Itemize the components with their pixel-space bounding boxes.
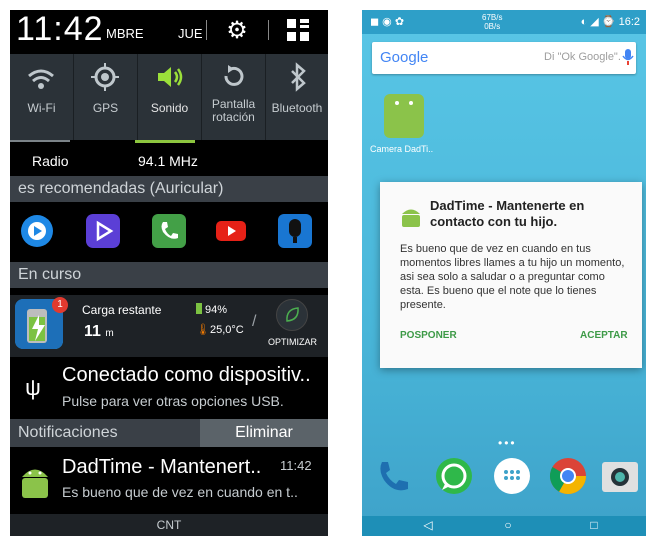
- chrome-icon[interactable]: [548, 456, 588, 496]
- battery-percent: 94%: [196, 303, 227, 316]
- leaf-icon[interactable]: [276, 299, 308, 331]
- notification-time: 11:42: [280, 458, 312, 473]
- navigation-bar: ◁ ○ □: [362, 516, 646, 536]
- usb-icon: ψ: [25, 375, 41, 400]
- radio-frequency: 94.1 MHz: [138, 153, 198, 169]
- clear-button[interactable]: Eliminar: [200, 419, 328, 447]
- whatsapp-icon[interactable]: [434, 456, 474, 496]
- status-icons-left: ◼ ◉ ✿: [370, 16, 405, 28]
- radio-row[interactable]: Radio 94.1 MHz: [10, 145, 328, 175]
- section-title: En curso: [18, 266, 82, 283]
- reminder-dialog: DadTime - Mantenerte en contacto con tu …: [380, 182, 642, 368]
- grid-icon[interactable]: [286, 18, 310, 42]
- back-icon[interactable]: ◁: [418, 518, 438, 534]
- qs-label: Bluetooth: [271, 101, 323, 115]
- divider: [206, 20, 207, 40]
- status-bar: ◼ ◉ ✿ 67B/s 0B/s ◐ ◢ ⌚ 16:2: [362, 10, 646, 34]
- google-logo: Google: [380, 49, 429, 66]
- dialog-title: DadTime - Mantenerte en contacto con tu …: [430, 198, 585, 229]
- radio-label: Radio: [32, 153, 69, 169]
- battery-temp-value: 25,0°C: [209, 324, 244, 336]
- wifi-icon: [28, 69, 54, 89]
- android-icon: [402, 209, 420, 227]
- notification-title: DadTime - Mantenert..: [62, 456, 262, 478]
- battery-percent-value: 94%: [205, 304, 228, 316]
- recommended-apps: [10, 204, 328, 258]
- youtube-icon[interactable]: [214, 214, 248, 248]
- qs-label: GPS: [92, 101, 119, 115]
- separator: /: [252, 313, 257, 330]
- voice-recorder-icon[interactable]: [278, 214, 312, 248]
- usb-subtitle: Pulse para ver otras opciones USB.: [62, 393, 284, 409]
- thermometer-icon: 🌡: [196, 324, 210, 336]
- accept-button[interactable]: ACEPTAR: [580, 330, 628, 341]
- google-search-bar[interactable]: Google Di "Ok Google".: [372, 42, 636, 74]
- status-right: ◐ ◢ ⌚ 16:2: [580, 16, 640, 28]
- clock: 11:42: [16, 10, 104, 48]
- qs-label: Sonido: [150, 101, 189, 115]
- battery-level-icon: [196, 303, 202, 314]
- music-app-icon[interactable]: [20, 214, 54, 248]
- qs-sound[interactable]: Sonido: [138, 54, 202, 140]
- dialog-body: Es bueno que de vez en cuando en tus mom…: [400, 243, 625, 311]
- qs-bluetooth[interactable]: Bluetooth: [266, 54, 328, 140]
- month-label: MBRE: [106, 26, 144, 41]
- app-label: Camera DadTi..: [370, 144, 434, 154]
- battery-label: Carga restante: [82, 303, 162, 317]
- postpone-button[interactable]: POSPONER: [400, 330, 457, 341]
- qs-label: Pantalla rotación: [211, 97, 256, 124]
- video-player-icon[interactable]: [86, 214, 120, 248]
- recents-icon[interactable]: □: [584, 518, 604, 534]
- gps-icon: [91, 63, 119, 91]
- battery-notification[interactable]: 1 Carga restante 11 m 94% 🌡25,0°C / OPTI…: [10, 295, 328, 357]
- search-hint: Di "Ok Google".: [544, 51, 621, 63]
- section-title: es recomendadas (Auricular): [18, 180, 224, 197]
- active-indicator: [135, 140, 195, 143]
- home-icon[interactable]: ○: [498, 518, 518, 534]
- divider: [268, 20, 269, 40]
- usb-notification[interactable]: ψ Conectado como dispositiv.. Pulse para…: [10, 357, 328, 419]
- app-drawer-icon[interactable]: [492, 456, 532, 496]
- carrier-label: CNT: [10, 514, 328, 536]
- bluetooth-icon: [291, 62, 306, 92]
- android-icon: [22, 469, 48, 498]
- dadtime-notification[interactable]: DadTime - Mantenert.. 11:42 Es bueno que…: [10, 450, 328, 514]
- qs-label: Wi-Fi: [27, 101, 56, 115]
- android-icon[interactable]: [384, 94, 424, 138]
- usb-title: Conectado como dispositiv..: [62, 364, 311, 386]
- day-label: JUE: [178, 26, 203, 41]
- notification-text: Es bueno que de vez en cuando en t..: [62, 484, 298, 500]
- battery-temperature: 🌡25,0°C: [196, 323, 244, 336]
- clock: 16:2: [618, 16, 640, 28]
- dock: [362, 450, 646, 506]
- camera-icon[interactable]: [600, 456, 640, 496]
- sound-icon: [158, 67, 183, 87]
- notification-shade: 11:42 MBRE JUE ⚙ Wi-Fi GPS Sonido Pantal…: [10, 10, 328, 536]
- quick-settings: Wi-Fi GPS Sonido Pantalla rotación Bluet…: [10, 54, 328, 140]
- qs-gps[interactable]: GPS: [74, 54, 138, 140]
- rotation-icon: [224, 65, 244, 86]
- microphone-icon[interactable]: [622, 48, 634, 66]
- gear-icon[interactable]: ⚙: [222, 16, 252, 46]
- notifications-title: Notificaciones: [18, 424, 118, 441]
- qs-wifi[interactable]: Wi-Fi: [10, 54, 74, 140]
- phone-app-icon[interactable]: [152, 214, 186, 248]
- qs-rotation[interactable]: Pantalla rotación: [202, 54, 266, 140]
- status-bar: 11:42 MBRE JUE ⚙: [10, 10, 328, 50]
- battery-time: 11 m: [84, 323, 114, 341]
- brightness-bar: [10, 140, 70, 142]
- apps-section-header: es recomendadas (Auricular): [10, 176, 328, 202]
- network-speed: 67B/s 0B/s: [482, 13, 503, 31]
- ongoing-section-header: En curso: [10, 262, 328, 288]
- battery-time-value: 11: [84, 323, 101, 340]
- battery-time-unit: m: [105, 328, 114, 339]
- home-screen: ◼ ◉ ✿ 67B/s 0B/s ◐ ◢ ⌚ 16:2 Google Di "O…: [362, 10, 646, 536]
- page-indicator: •••: [498, 436, 517, 450]
- optimize-button[interactable]: OPTIMIZAR: [268, 337, 317, 347]
- badge: 1: [52, 297, 68, 313]
- phone-icon[interactable]: [374, 456, 414, 496]
